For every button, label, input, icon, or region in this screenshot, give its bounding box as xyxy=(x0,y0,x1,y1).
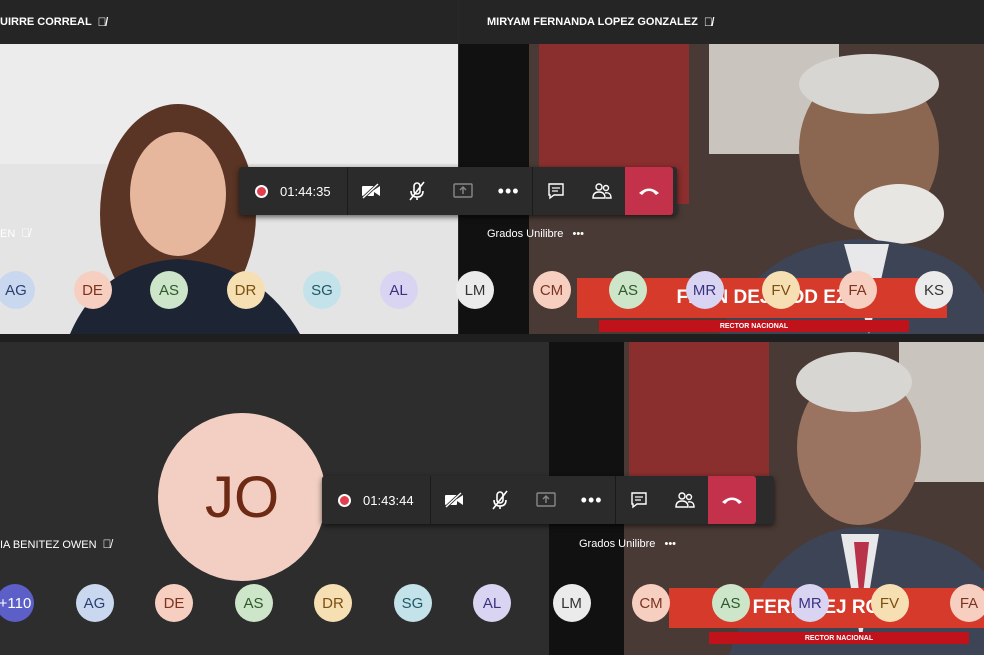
mic-toggle-button[interactable] xyxy=(394,167,440,215)
participant-name: MIRYAM FERNANDA LOPEZ GONZALEZ xyxy=(487,16,698,28)
top-meeting-window: UIRRE CORREAL 🎙̸ EN 🎙̸ MIRYAM FERNANDA LO… xyxy=(0,0,984,334)
participant-avatar[interactable]: FA xyxy=(838,271,877,309)
camera-off-icon xyxy=(361,183,380,199)
share-screen-icon xyxy=(535,492,556,507)
participant-avatar[interactable]: FA xyxy=(950,584,984,622)
record-icon xyxy=(338,493,351,507)
hang-up-icon xyxy=(721,497,742,504)
record-icon xyxy=(255,184,268,198)
more-options-icon: ••• xyxy=(580,489,603,510)
participant-avatar[interactable]: AS xyxy=(711,584,750,622)
participant-avatar[interactable]: FV xyxy=(870,584,909,622)
chat-icon xyxy=(547,183,564,200)
participant-avatar[interactable]: SG xyxy=(393,584,432,622)
name-bar-right: MIRYAM FERNANDA LOPEZ GONZALEZ 🎙̸ xyxy=(459,0,984,44)
bottom-meeting-window: JO IA BENITEZ OWEN 🎙̸ Grados Unilibre •••… xyxy=(0,342,984,655)
participants-button[interactable] xyxy=(662,476,708,524)
participant-avatar[interactable]: KS xyxy=(915,271,953,309)
more-options-icon[interactable]: ••• xyxy=(664,538,676,550)
participant-avatar[interactable]: AS xyxy=(150,271,188,309)
chat-button[interactable] xyxy=(616,476,662,524)
participant-avatar[interactable]: DR xyxy=(314,584,352,622)
more-options-icon[interactable]: ••• xyxy=(572,228,584,240)
name-bar-left: UIRRE CORREAL 🎙̸ xyxy=(0,0,458,44)
recording-timer: 01:44:35 xyxy=(239,167,347,215)
participant-avatar[interactable]: AS xyxy=(234,584,273,622)
chat-icon xyxy=(630,492,647,509)
participant-avatar[interactable]: AS xyxy=(609,271,647,309)
mic-toggle-button[interactable] xyxy=(477,476,523,524)
participant-avatar[interactable]: DE xyxy=(73,271,112,309)
participant-avatar[interactable]: CM xyxy=(632,584,670,622)
call-toolbar-bottom: 01:43:44 ••• xyxy=(322,476,774,524)
share-screen-button[interactable] xyxy=(440,167,486,215)
mic-off-icon: 🎙̸ xyxy=(97,15,107,29)
participants-icon xyxy=(591,183,612,199)
call-toolbar-top: 01:44:35 ••• xyxy=(239,167,677,215)
participant-avatar[interactable]: AG xyxy=(75,584,114,622)
mic-off-icon xyxy=(408,181,425,201)
participant-avatar[interactable]: MR xyxy=(791,584,829,622)
participant-avatar[interactable]: AL xyxy=(473,584,511,622)
participant-avatar[interactable]: CM xyxy=(532,271,571,309)
hang-up-button[interactable] xyxy=(624,167,673,215)
avatar-large: JO xyxy=(158,413,326,581)
banner-subtitle: RECTOR NACIONAL xyxy=(709,632,969,644)
participant-avatar[interactable]: LM xyxy=(456,271,494,309)
banner-subtitle: RECTOR NACIONAL xyxy=(599,320,909,332)
participant-avatar[interactable]: AL xyxy=(379,271,418,309)
mic-off-icon: 🎙̸ xyxy=(703,15,713,29)
share-screen-button[interactable] xyxy=(523,476,569,524)
partial-participant-name: EN 🎙̸ xyxy=(0,226,31,240)
participants-button[interactable] xyxy=(579,167,625,215)
participant-avatar[interactable]: SG xyxy=(303,271,341,309)
mic-off-icon xyxy=(491,490,508,510)
recording-timer: 01:43:44 xyxy=(322,476,430,524)
participant-avatar[interactable]: MR xyxy=(685,271,724,309)
more-actions-button[interactable]: ••• xyxy=(486,167,532,215)
participant-avatar[interactable]: FV xyxy=(762,271,800,309)
chat-button[interactable] xyxy=(533,167,579,215)
camera-off-icon xyxy=(444,492,463,508)
camera-toggle-button[interactable] xyxy=(431,476,477,524)
hang-up-button[interactable] xyxy=(707,476,756,524)
stream-label: Grados Unilibre ••• xyxy=(579,538,677,550)
mic-off-icon: 🎙̸ xyxy=(21,226,31,240)
more-options-icon: ••• xyxy=(497,180,520,201)
stream-label: Grados Unilibre ••• xyxy=(487,228,585,240)
share-screen-icon xyxy=(452,183,473,198)
participant-avatar[interactable]: DE xyxy=(155,584,193,622)
participants-icon xyxy=(674,492,695,508)
participant-name-bottom: IA BENITEZ OWEN 🎙̸ xyxy=(0,537,112,551)
participant-avatar[interactable]: LM xyxy=(552,584,591,622)
hang-up-icon xyxy=(638,188,659,195)
participant-name: UIRRE CORREAL xyxy=(0,16,92,28)
participant-avatar[interactable]: DR xyxy=(226,271,265,309)
camera-toggle-button[interactable] xyxy=(348,167,394,215)
mic-off-icon: 🎙̸ xyxy=(102,537,112,551)
more-actions-button[interactable]: ••• xyxy=(569,476,615,524)
